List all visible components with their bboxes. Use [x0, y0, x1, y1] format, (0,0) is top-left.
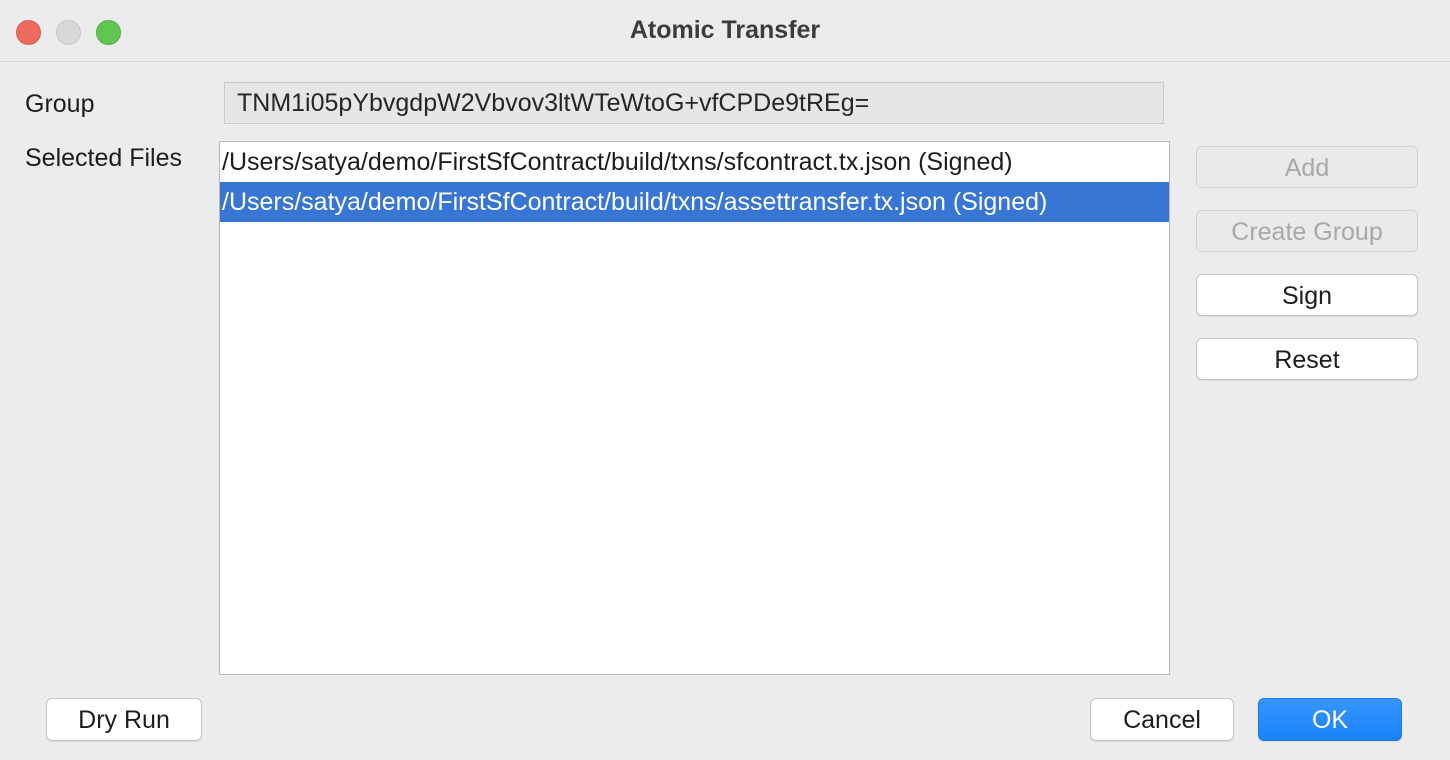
selected-files-label: Selected Files	[25, 144, 183, 172]
window-title: Atomic Transfer	[629, 16, 821, 44]
group-id-field[interactable]: TNM1i05pYbvgdpW2Vbvov3ltWTeWtoG+vfCPDe9t…	[224, 82, 1164, 124]
add-button[interactable]: Add	[1196, 146, 1418, 188]
file-list-item[interactable]: /Users/satya/demo/FirstSfContract/build/…	[220, 142, 1169, 182]
cancel-button[interactable]: Cancel	[1090, 698, 1234, 741]
ok-button[interactable]: OK	[1258, 698, 1402, 741]
group-label: Group	[25, 90, 95, 118]
title-bar: Atomic Transfer	[0, 0, 1450, 62]
reset-button[interactable]: Reset	[1196, 338, 1418, 380]
create-group-button[interactable]: Create Group	[1196, 210, 1418, 252]
file-list-item-selected[interactable]: /Users/satya/demo/FirstSfContract/build/…	[220, 182, 1169, 222]
atomic-transfer-dialog: Atomic Transfer Group TNM1i05pYbvgdpW2Vb…	[0, 0, 1450, 760]
dry-run-button[interactable]: Dry Run	[46, 698, 202, 741]
selected-files-list[interactable]: /Users/satya/demo/FirstSfContract/build/…	[219, 141, 1170, 675]
sign-button[interactable]: Sign	[1196, 274, 1418, 316]
